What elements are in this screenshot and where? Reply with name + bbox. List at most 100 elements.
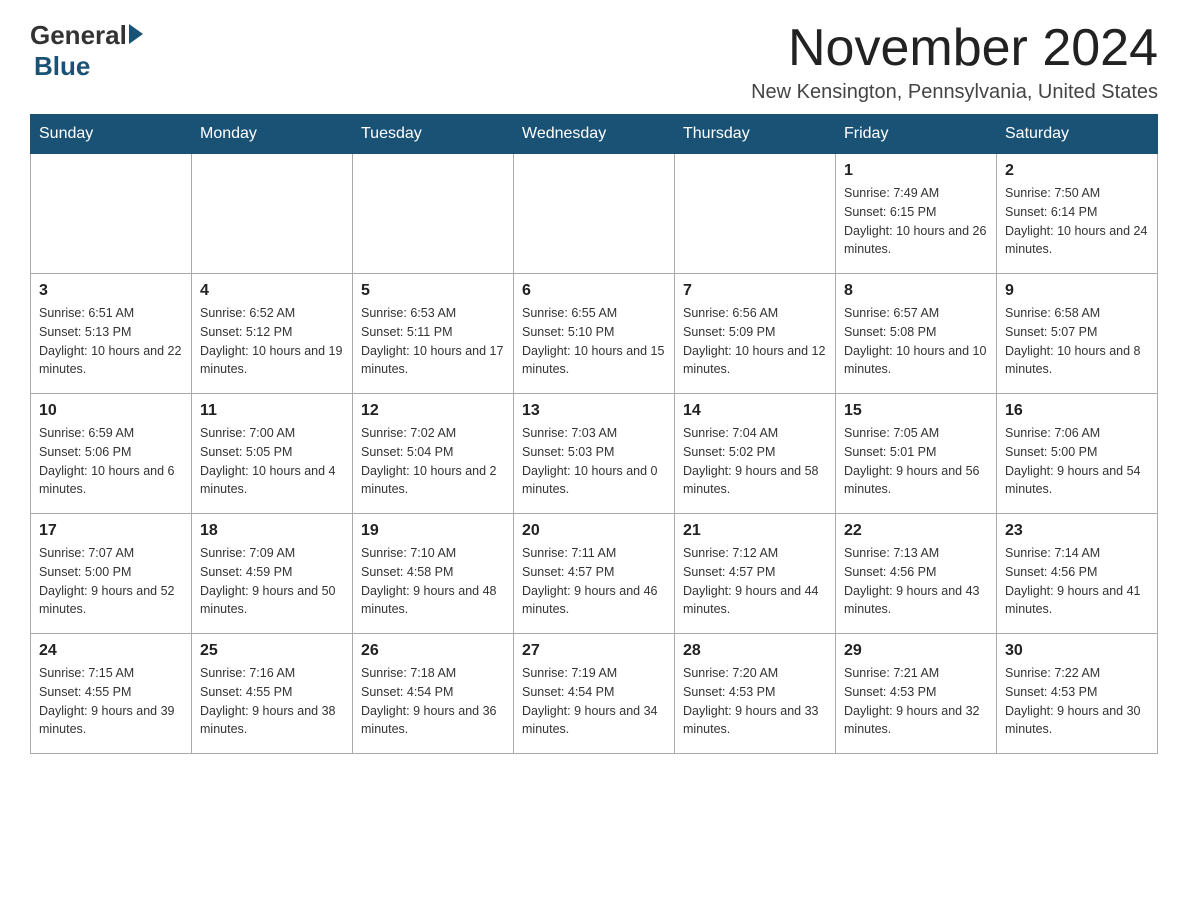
- calendar-cell: 27Sunrise: 7:19 AMSunset: 4:54 PMDayligh…: [514, 634, 675, 754]
- day-number: 2: [1005, 162, 1149, 180]
- day-info: Sunrise: 7:07 AMSunset: 5:00 PMDaylight:…: [39, 544, 183, 619]
- calendar-cell: 29 Sunrise: 7:21 AMSunset: 4:53 PMDayligh…: [836, 634, 997, 754]
- calendar-cell: 20Sunrise: 7:11 AMSunset: 4:57 PMDayligh…: [514, 514, 675, 634]
- logo-general-text: General: [30, 20, 127, 51]
- calendar-cell: 12 Sunrise: 7:02 AMSunset: 5:04 PMDayligh…: [353, 394, 514, 514]
- location-text: New Kensington, Pennsylvania, United Sta…: [751, 81, 1158, 104]
- day-info: Sunrise: 7:22 AMSunset: 4:53 PMDaylight:…: [1005, 664, 1149, 739]
- logo-flag-icon: [129, 24, 143, 44]
- calendar-cell: 17 Sunrise: 7:07 AMSunset: 5:00 PMDayligh…: [31, 514, 192, 634]
- logo: General Blue: [30, 20, 145, 82]
- calendar-cell: 11 Sunrise: 7:00 AMSunset: 5:05 PMDayligh…: [192, 394, 353, 514]
- calendar-cell: 2 Sunrise: 7:50 AMSunset: 6:14 PMDaylight…: [997, 154, 1158, 274]
- day-info: Sunrise: 6:56 AMSunset: 5:09 PMDaylight:…: [683, 304, 827, 379]
- calendar-week-3: 10Sunrise: 6:59 AMSunset: 5:06 PMDayligh…: [31, 394, 1158, 514]
- calendar-header-monday: Monday: [192, 115, 353, 154]
- day-info: Sunrise: 7:02 AMSunset: 5:04 PMDaylight:…: [361, 424, 505, 499]
- day-number: 19: [361, 522, 505, 540]
- day-number: 14: [683, 402, 827, 420]
- day-number: 20: [522, 522, 666, 540]
- day-info: Sunrise: 6:53 AMSunset: 5:11 PMDaylight:…: [361, 304, 505, 379]
- day-number: 30: [1005, 642, 1149, 660]
- day-info: Sunrise: 7:50 AMSunset: 6:14 PMDaylight:…: [1005, 184, 1149, 259]
- day-number: 13: [522, 402, 666, 420]
- calendar-header-tuesday: Tuesday: [353, 115, 514, 154]
- day-number: 6: [522, 282, 666, 300]
- page-header: General Blue November 2024 New Kensingto…: [30, 20, 1158, 104]
- calendar-cell: 14 Sunrise: 7:04 AMSunset: 5:02 PMDayligh…: [675, 394, 836, 514]
- calendar-cell: 13 Sunrise: 7:03 AMSunset: 5:03 PMDayligh…: [514, 394, 675, 514]
- day-info: Sunrise: 7:49 AMSunset: 6:15 PMDaylight:…: [844, 184, 988, 259]
- day-info: Sunrise: 7:00 AMSunset: 5:05 PMDaylight:…: [200, 424, 344, 499]
- calendar-cell: 4Sunrise: 6:52 AMSunset: 5:12 PMDaylight…: [192, 274, 353, 394]
- calendar-cell: [353, 154, 514, 274]
- day-info: Sunrise: 6:55 AMSunset: 5:10 PMDaylight:…: [522, 304, 666, 379]
- day-number: 17: [39, 522, 183, 540]
- day-info: Sunrise: 7:20 AMSunset: 4:53 PMDaylight:…: [683, 664, 827, 739]
- day-number: 10: [39, 402, 183, 420]
- calendar-header-thursday: Thursday: [675, 115, 836, 154]
- day-number: 29: [844, 642, 988, 660]
- day-number: 22: [844, 522, 988, 540]
- calendar-cell: 22 Sunrise: 7:13 AMSunset: 4:56 PMDayligh…: [836, 514, 997, 634]
- day-number: 28: [683, 642, 827, 660]
- calendar-cell: 21 Sunrise: 7:12 AMSunset: 4:57 PMDayligh…: [675, 514, 836, 634]
- day-number: 11: [200, 402, 344, 420]
- calendar-cell: 8Sunrise: 6:57 AMSunset: 5:08 PMDaylight…: [836, 274, 997, 394]
- calendar-cell: [192, 154, 353, 274]
- day-number: 12: [361, 402, 505, 420]
- calendar-cell: [31, 154, 192, 274]
- calendar-cell: 23Sunrise: 7:14 AMSunset: 4:56 PMDayligh…: [997, 514, 1158, 634]
- day-number: 25: [200, 642, 344, 660]
- logo-blue-text: Blue: [34, 51, 90, 81]
- day-number: 5: [361, 282, 505, 300]
- day-number: 26: [361, 642, 505, 660]
- title-area: November 2024 New Kensington, Pennsylvan…: [751, 20, 1158, 104]
- day-info: Sunrise: 7:04 AMSunset: 5:02 PMDaylight:…: [683, 424, 827, 499]
- day-info: Sunrise: 7:18 AMSunset: 4:54 PMDaylight:…: [361, 664, 505, 739]
- calendar-header-row: SundayMondayTuesdayWednesdayThursdayFrid…: [31, 115, 1158, 154]
- calendar-cell: 19 Sunrise: 7:10 AMSunset: 4:58 PMDayligh…: [353, 514, 514, 634]
- day-number: 4: [200, 282, 344, 300]
- calendar-cell: 30 Sunrise: 7:22 AMSunset: 4:53 PMDayligh…: [997, 634, 1158, 754]
- calendar-cell: [514, 154, 675, 274]
- day-number: 7: [683, 282, 827, 300]
- calendar-header-saturday: Saturday: [997, 115, 1158, 154]
- calendar-cell: 3Sunrise: 6:51 AMSunset: 5:13 PMDaylight…: [31, 274, 192, 394]
- day-number: 15: [844, 402, 988, 420]
- day-number: 18: [200, 522, 344, 540]
- calendar-week-4: 17 Sunrise: 7:07 AMSunset: 5:00 PMDayligh…: [31, 514, 1158, 634]
- day-number: 8: [844, 282, 988, 300]
- day-number: 16: [1005, 402, 1149, 420]
- calendar-week-2: 3Sunrise: 6:51 AMSunset: 5:13 PMDaylight…: [31, 274, 1158, 394]
- day-number: 1: [844, 162, 988, 180]
- day-info: Sunrise: 7:16 AMSunset: 4:55 PMDaylight:…: [200, 664, 344, 739]
- calendar-cell: 6 Sunrise: 6:55 AMSunset: 5:10 PMDaylight…: [514, 274, 675, 394]
- calendar-cell: 9 Sunrise: 6:58 AMSunset: 5:07 PMDaylight…: [997, 274, 1158, 394]
- day-info: Sunrise: 7:15 AMSunset: 4:55 PMDaylight:…: [39, 664, 183, 739]
- calendar-cell: 25 Sunrise: 7:16 AMSunset: 4:55 PMDayligh…: [192, 634, 353, 754]
- calendar-cell: 10Sunrise: 6:59 AMSunset: 5:06 PMDayligh…: [31, 394, 192, 514]
- day-info: Sunrise: 7:19 AMSunset: 4:54 PMDaylight:…: [522, 664, 666, 739]
- calendar-cell: 5 Sunrise: 6:53 AMSunset: 5:11 PMDaylight…: [353, 274, 514, 394]
- calendar-cell: 16Sunrise: 7:06 AMSunset: 5:00 PMDayligh…: [997, 394, 1158, 514]
- calendar-table: SundayMondayTuesdayWednesdayThursdayFrid…: [30, 114, 1158, 754]
- day-info: Sunrise: 7:21 AMSunset: 4:53 PMDaylight:…: [844, 664, 988, 739]
- day-number: 24: [39, 642, 183, 660]
- day-number: 21: [683, 522, 827, 540]
- day-info: Sunrise: 7:14 AMSunset: 4:56 PMDaylight:…: [1005, 544, 1149, 619]
- day-info: Sunrise: 7:10 AMSunset: 4:58 PMDaylight:…: [361, 544, 505, 619]
- day-info: Sunrise: 7:12 AMSunset: 4:57 PMDaylight:…: [683, 544, 827, 619]
- day-info: Sunrise: 7:13 AMSunset: 4:56 PMDaylight:…: [844, 544, 988, 619]
- day-info: Sunrise: 7:09 AMSunset: 4:59 PMDaylight:…: [200, 544, 344, 619]
- calendar-week-1: 1 Sunrise: 7:49 AMSunset: 6:15 PMDaylight…: [31, 154, 1158, 274]
- calendar-cell: 1 Sunrise: 7:49 AMSunset: 6:15 PMDaylight…: [836, 154, 997, 274]
- calendar-header-wednesday: Wednesday: [514, 115, 675, 154]
- calendar-cell: 26 Sunrise: 7:18 AMSunset: 4:54 PMDayligh…: [353, 634, 514, 754]
- calendar-cell: [675, 154, 836, 274]
- calendar-cell: 18 Sunrise: 7:09 AMSunset: 4:59 PMDayligh…: [192, 514, 353, 634]
- day-info: Sunrise: 6:58 AMSunset: 5:07 PMDaylight:…: [1005, 304, 1149, 379]
- calendar-header-sunday: Sunday: [31, 115, 192, 154]
- day-number: 9: [1005, 282, 1149, 300]
- day-info: Sunrise: 7:03 AMSunset: 5:03 PMDaylight:…: [522, 424, 666, 499]
